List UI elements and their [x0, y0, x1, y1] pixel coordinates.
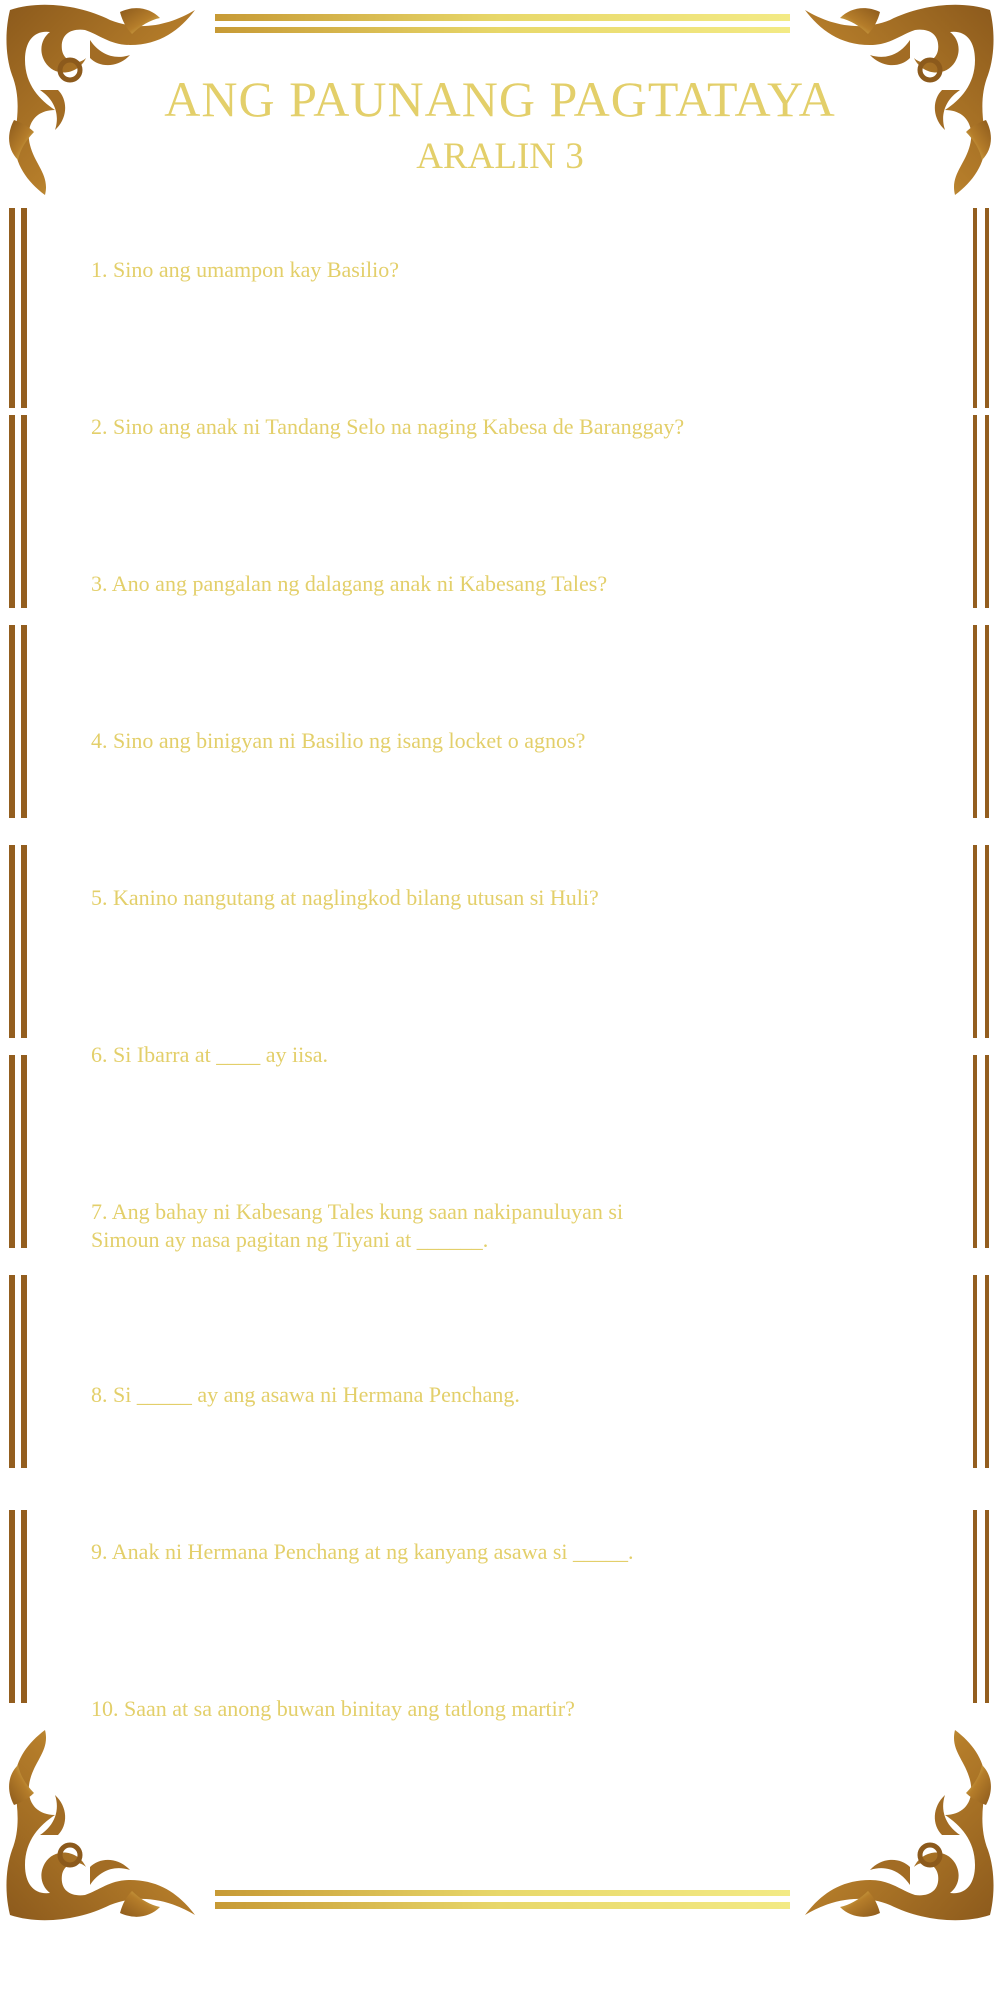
worksheet-page: ANG PAUNANG PAGTATAYA ARALIN 3 1. Sino a… — [0, 0, 1000, 2000]
page-title: ANG PAUNANG PAGTATAYA — [164, 71, 836, 127]
question-4: 4. Sino ang binigyan ni Basilio ng isang… — [91, 728, 586, 753]
page-subtitle: ARALIN 3 — [416, 136, 584, 177]
question-10: 10. Saan at sa anong buwan binitay ang t… — [91, 1696, 575, 1721]
question-3: 3. Ano ang pangalan ng dalagang anak ni … — [91, 571, 608, 596]
question-1: 1. Sino ang umampon kay Basilio? — [91, 257, 399, 282]
question-6: 6. Si Ibarra at ____ ay iisa. — [91, 1042, 329, 1067]
question-7: 7. Ang bahay ni Kabesang Tales kung saan… — [91, 1199, 624, 1252]
question-2: 2. Sino ang anak ni Tandang Selo na nagi… — [91, 414, 685, 439]
question-9: 9. Anak ni Hermana Penchang at ng kanyan… — [91, 1539, 634, 1564]
question-5: 5. Kanino nangutang at naglingkod bilang… — [91, 885, 599, 910]
question-8: 8. Si _____ ay ang asawa ni Hermana Penc… — [91, 1382, 520, 1407]
